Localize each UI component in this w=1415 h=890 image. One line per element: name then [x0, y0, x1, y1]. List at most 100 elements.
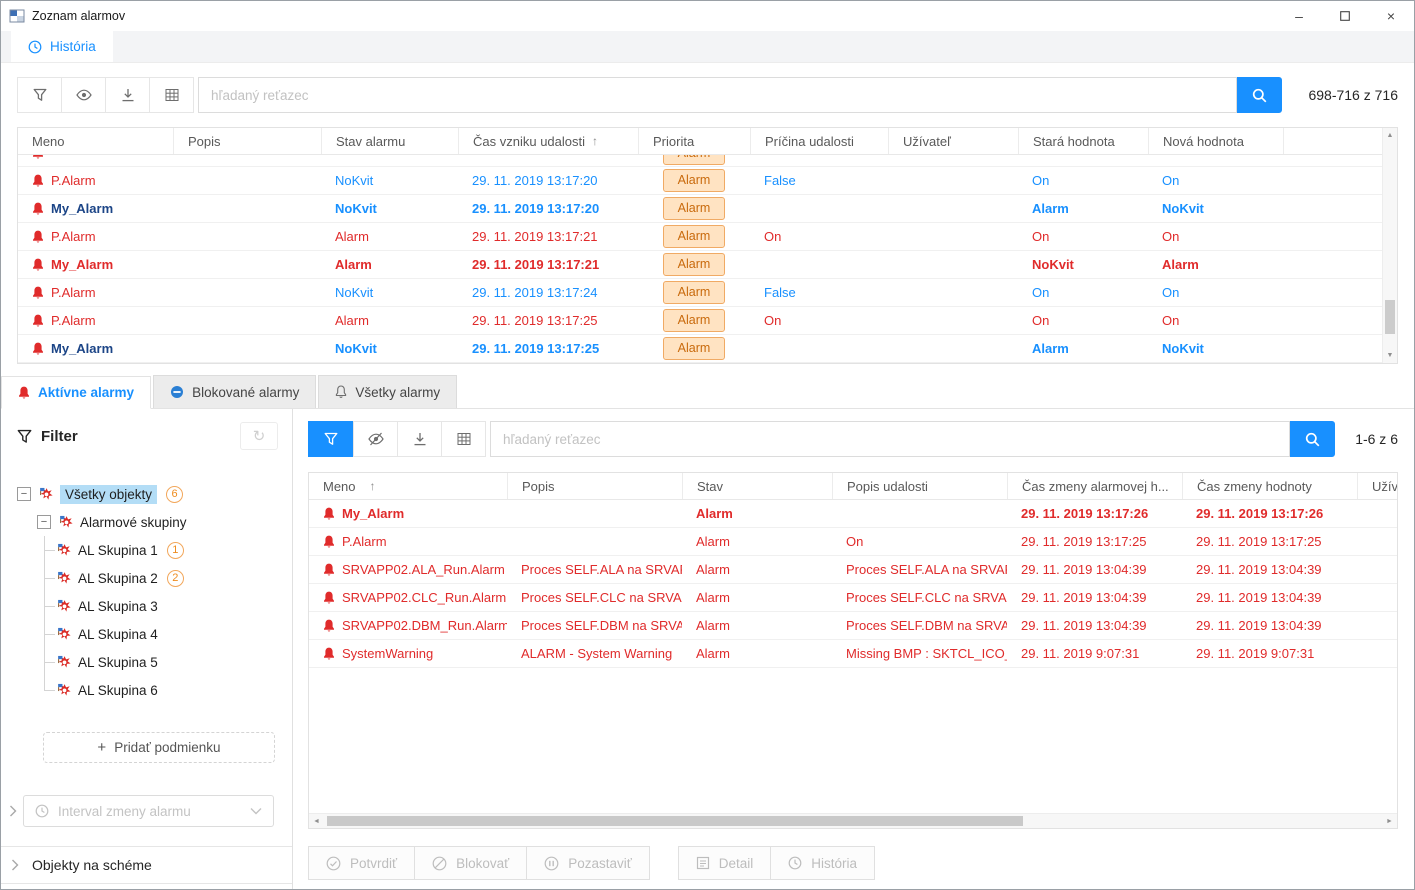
cell-stav: NoKvit [321, 201, 458, 216]
history-row-partial[interactable]: Alarm [18, 155, 1397, 167]
active-row[interactable]: P.Alarm Alarm On 29. 11. 2019 13:17:25 2… [309, 528, 1397, 556]
history-search-input[interactable] [198, 77, 1237, 113]
priority-badge: Alarm [663, 337, 725, 360]
tree-connector [37, 620, 57, 648]
col-popis-udalosti[interactable]: Popis udalosti [832, 473, 1007, 499]
tree-item-alarmove-skupiny[interactable]: − Alarmové skupiny [17, 508, 292, 536]
alarm-name: P.Alarm [51, 313, 96, 328]
col-uzivatel[interactable]: Užívateľ [888, 128, 1018, 154]
tree-item-al-skupina-5[interactable]: AL Skupina 5 [17, 648, 292, 676]
vertical-scrollbar[interactable]: ▲ ▼ [1382, 128, 1397, 363]
active-search-input[interactable] [490, 421, 1290, 457]
cell-udalost: Proces SELF.ALA na SRVAP... [832, 562, 1007, 577]
col-cas-vzniku-label: Čas vzniku udalosti [473, 134, 585, 149]
filter-button-active[interactable] [308, 421, 353, 457]
download-icon [121, 88, 135, 102]
history-row[interactable]: P.Alarm Alarm 29. 11. 2019 13:17:21 Alar… [18, 223, 1397, 251]
acknowledge-button[interactable]: Potvrdiť [308, 846, 415, 880]
tree-item-vsetky-objekty[interactable]: − Všetky objekty 6 [17, 480, 292, 508]
scroll-left-arrow[interactable]: ◄ [309, 814, 324, 828]
scroll-down-arrow[interactable]: ▼ [1383, 348, 1397, 363]
columns-button[interactable] [441, 421, 486, 457]
collapse-box[interactable]: − [17, 487, 31, 501]
cell-cas: 29. 11. 2019 13:17:21 [458, 257, 638, 272]
tab-aktivne-alarmy[interactable]: Aktívne alarmy [1, 376, 151, 409]
col-priorita[interactable]: Priorita [638, 128, 750, 154]
objects-on-scheme-section[interactable]: Objekty na schéme [1, 846, 292, 884]
history-search-button[interactable] [1237, 77, 1282, 113]
interval-select[interactable]: Interval zmeny alarmu [23, 795, 274, 827]
export-button[interactable] [105, 77, 150, 113]
columns-button[interactable] [149, 77, 194, 113]
refresh-button[interactable]: ↻ [240, 422, 278, 450]
alarm-name: SRVAPP02.DBM_Run.Alarm [342, 618, 507, 633]
tree-item-al-skupina-3[interactable]: AL Skupina 3 [17, 592, 292, 620]
tree-item-al-skupina-6[interactable]: AL Skupina 6 [17, 676, 292, 704]
maximize-button[interactable] [1322, 1, 1368, 31]
history-row[interactable]: P.Alarm Alarm 29. 11. 2019 13:17:25 Alar… [18, 307, 1397, 335]
active-alarms-table: Meno↑ Popis Stav Popis udalosti Čas zmen… [308, 472, 1398, 829]
col-uzivatel[interactable]: Užíva... [1357, 473, 1397, 499]
col-cas-zmeny-alarmovej[interactable]: Čas zmeny alarmovej h... [1007, 473, 1182, 499]
history-row[interactable]: My_Alarm Alarm 29. 11. 2019 13:17:21 Ala… [18, 251, 1397, 279]
horizontal-scrollbar[interactable]: ◄ ► [309, 813, 1397, 828]
filter-button[interactable] [17, 77, 62, 113]
alarm-group-icon [57, 655, 72, 670]
active-row[interactable]: SystemWarning ALARM - System Warning Ala… [309, 640, 1397, 668]
tree-item-al-skupina-1[interactable]: AL Skupina 1 1 [17, 536, 292, 564]
collapse-box[interactable]: − [37, 515, 51, 529]
close-button[interactable]: × [1368, 1, 1414, 31]
active-row[interactable]: SRVAPP02.DBM_Run.Alarm Proces SELF.DBM n… [309, 612, 1397, 640]
pause-button[interactable]: Pozastaviť [526, 846, 650, 880]
vertical-scrollbar-thumb[interactable] [1385, 300, 1395, 334]
col-meno[interactable]: Meno↑ [309, 473, 507, 499]
scroll-right-arrow[interactable]: ► [1382, 814, 1397, 828]
tab-historia[interactable]: História [11, 31, 113, 62]
alarm-bell-icon [323, 535, 335, 549]
clock-icon [35, 804, 49, 818]
add-condition-button[interactable]: + Pridať podmienku [43, 732, 275, 763]
minus-circle-icon [170, 385, 184, 399]
chevron-right-icon[interactable] [9, 805, 17, 817]
col-meno[interactable]: Meno [18, 128, 173, 154]
cell-stav: Alarm [682, 506, 832, 521]
history-row[interactable]: P.Alarm NoKvit 29. 11. 2019 13:17:24 Ala… [18, 279, 1397, 307]
cell-pricina: False [750, 285, 888, 300]
active-row[interactable]: SRVAPP02.ALA_Run.Alarm Proces SELF.ALA n… [309, 556, 1397, 584]
tab-vsetky-alarmy[interactable]: Všetky alarmy [318, 375, 457, 408]
active-search-button[interactable] [1290, 421, 1335, 457]
col-popis[interactable]: Popis [173, 128, 321, 154]
export-button[interactable] [397, 421, 442, 457]
history-button[interactable]: História [770, 846, 875, 880]
detail-button[interactable]: Detail [678, 846, 772, 880]
minimize-button[interactable]: – [1276, 1, 1322, 31]
filter-title: Filter [41, 428, 78, 445]
history-row[interactable]: My_Alarm NoKvit 29. 11. 2019 13:17:25 Al… [18, 335, 1397, 363]
cell-cas-hodnota: 29. 11. 2019 13:17:25 [1182, 534, 1357, 549]
col-stav[interactable]: Stav [682, 473, 832, 499]
tree-item-al-skupina-4[interactable]: AL Skupina 4 [17, 620, 292, 648]
bell-outline-icon [335, 385, 347, 399]
block-button[interactable]: Blokovať [414, 846, 527, 880]
scroll-up-arrow[interactable]: ▲ [1383, 128, 1397, 143]
col-stara-hodnota[interactable]: Stará hodnota [1018, 128, 1148, 154]
col-stav-alarmu[interactable]: Stav alarmu [321, 128, 458, 154]
acknowledge-label: Potvrdiť [350, 856, 397, 871]
col-pricina[interactable]: Príčina udalosti [750, 128, 888, 154]
cell-udalost: Proces SELF.DBM na SRVA... [832, 618, 1007, 633]
tab-blokovane-alarmy[interactable]: Blokované alarmy [153, 375, 316, 408]
cell-meno: P.Alarm [18, 313, 173, 328]
tree-item-al-skupina-2[interactable]: AL Skupina 2 2 [17, 564, 292, 592]
col-cas-vzniku[interactable]: Čas vzniku udalosti↑ [458, 128, 638, 154]
active-row[interactable]: SRVAPP02.CLC_Run.Alarm Proces SELF.CLC n… [309, 584, 1397, 612]
col-cas-zmeny-hodnoty[interactable]: Čas zmeny hodnoty [1182, 473, 1357, 499]
history-row[interactable]: P.Alarm NoKvit 29. 11. 2019 13:17:20 Ala… [18, 167, 1397, 195]
col-popis[interactable]: Popis [507, 473, 682, 499]
tree-label: AL Skupina 5 [78, 655, 158, 670]
active-row[interactable]: My_Alarm Alarm 29. 11. 2019 13:17:26 29.… [309, 500, 1397, 528]
col-nova-hodnota[interactable]: Nová hodnota [1148, 128, 1283, 154]
visibility-button[interactable] [353, 421, 398, 457]
history-row[interactable]: My_Alarm NoKvit 29. 11. 2019 13:17:20 Al… [18, 195, 1397, 223]
horizontal-scrollbar-thumb[interactable] [327, 816, 1023, 826]
visibility-button[interactable] [61, 77, 106, 113]
